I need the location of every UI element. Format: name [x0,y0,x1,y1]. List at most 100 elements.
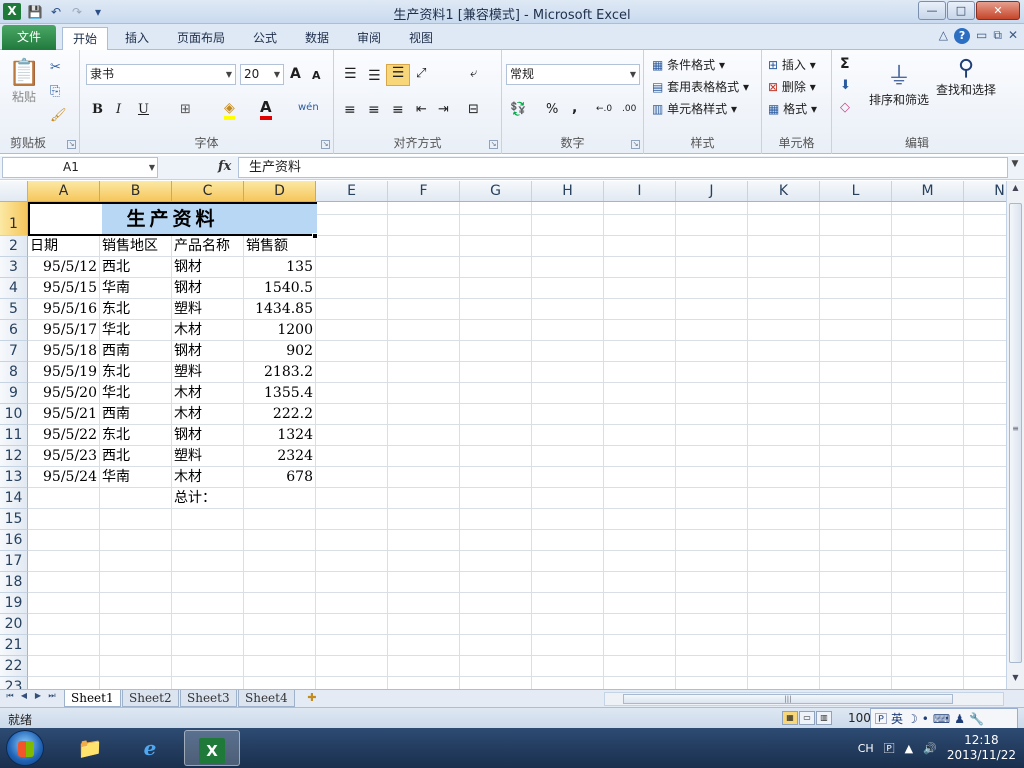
font-name-combo[interactable]: 隶书 ▼ [86,64,236,85]
bold-button[interactable]: B [92,102,103,117]
number-launcher-icon[interactable]: ↘ [631,140,640,149]
decrease-indent-icon[interactable]: ⇤ [416,102,427,117]
cell-a5[interactable]: 95/5/16 [28,299,100,320]
insert-function-icon[interactable]: fx [218,159,231,174]
cell-a11[interactable]: 95/5/22 [28,425,100,446]
minimize-ribbon-icon[interactable]: △ [939,28,948,44]
cell-b9[interactable]: 华北 [100,383,172,404]
volume-icon[interactable]: 🔊 [923,742,937,755]
row-header-15[interactable]: 15 [0,509,28,530]
tab-file[interactable]: 文件 [2,25,56,50]
zoom-level[interactable]: 100 [848,711,871,725]
prev-sheet-icon[interactable]: ◀ [18,691,30,701]
tab-review[interactable]: 审阅 [346,27,392,50]
row-header-4[interactable]: 4 [0,278,28,299]
column-header-n[interactable]: N [964,181,1006,201]
title-merged-cell[interactable]: 生产资料 [28,202,317,236]
row-header-12[interactable]: 12 [0,446,28,467]
explorer-taskbar-icon[interactable]: 📁 [62,730,118,766]
excel-taskbar-button[interactable]: X [184,730,240,766]
cell-b8[interactable]: 东北 [100,362,172,383]
cell-a9[interactable]: 95/5/20 [28,383,100,404]
ime-moon-icon[interactable]: ☽ [907,712,918,726]
cell-b10[interactable]: 西南 [100,404,172,425]
column-header-i[interactable]: I [604,181,676,201]
font-launcher-icon[interactable]: ↘ [321,140,330,149]
row-header-5[interactable]: 5 [0,299,28,320]
formula-input[interactable]: 生产资料 [238,157,1008,178]
column-header-k[interactable]: K [748,181,820,201]
delete-cells-button[interactable]: ⊠ 删除 ▾ [768,78,816,95]
tab-view[interactable]: 视图 [398,27,444,50]
tab-insert[interactable]: 插入 [114,27,160,50]
font-color-button[interactable]: A [260,98,272,120]
cell-d13[interactable]: 678 [244,467,316,488]
font-size-combo[interactable]: 20 ▼ [240,64,284,85]
underline-button[interactable]: U [138,102,149,117]
increase-indent-icon[interactable]: ⇥ [438,102,449,117]
cell-c7[interactable]: 钢材 [172,341,244,362]
phonetic-button[interactable]: wén [298,102,319,113]
cell-d3[interactable]: 135 [244,257,316,278]
row-header-16[interactable]: 16 [0,530,28,551]
ime-settings-icon[interactable]: 🔧 [969,712,984,726]
language-indicator[interactable]: CH [858,742,874,755]
italic-button[interactable]: I [116,102,121,117]
format-painter-icon[interactable]: 🖌 [50,108,67,123]
cell-d2[interactable]: 销售额 [244,236,316,257]
start-button[interactable] [6,730,44,766]
conditional-format-button[interactable]: ▦ 条件格式 ▾ [652,56,725,73]
fill-icon[interactable]: ⬇ [840,78,851,93]
row-header-19[interactable]: 19 [0,593,28,614]
doc-close-icon[interactable]: ✕ [1008,28,1018,44]
scroll-up-icon[interactable]: ▲ [1009,183,1022,197]
cell-c14[interactable]: 总计： [172,488,244,509]
row-header-17[interactable]: 17 [0,551,28,572]
shrink-font-button[interactable]: A [312,69,321,82]
comma-button[interactable]: , [572,100,577,116]
cell-d11[interactable]: 1324 [244,425,316,446]
cell-c12[interactable]: 塑料 [172,446,244,467]
ime-dot-icon[interactable]: • [922,712,929,726]
sheet-tab-2[interactable]: Sheet2 [122,690,179,707]
align-center-icon[interactable]: ≡ [368,102,380,118]
sheet-tab-1[interactable]: Sheet1 [64,690,121,707]
tab-data[interactable]: 数据 [294,27,340,50]
cell-c8[interactable]: 塑料 [172,362,244,383]
last-sheet-icon[interactable]: ⏭ [46,691,58,701]
first-sheet-icon[interactable]: ⏮ [4,691,16,701]
cell-d6[interactable]: 1200 [244,320,316,341]
cell-c6[interactable]: 木材 [172,320,244,341]
cell-c3[interactable]: 钢材 [172,257,244,278]
ime-keyboard-icon[interactable]: ⌨ [933,712,950,726]
show-hidden-icons-icon[interactable]: ▲ [905,742,913,755]
insert-sheet-icon[interactable]: ✚ [302,691,322,706]
help-icon[interactable]: ? [954,28,971,44]
name-box[interactable]: A1 ▼ [2,157,158,178]
scroll-down-icon[interactable]: ▼ [1009,673,1022,687]
cell-c2[interactable]: 产品名称 [172,236,244,257]
cell-c13[interactable]: 木材 [172,467,244,488]
column-header-m[interactable]: M [892,181,964,201]
cell-styles-button[interactable]: ▥ 单元格样式 ▾ [652,100,737,117]
cell-d4[interactable]: 1540.5 [244,278,316,299]
clear-icon[interactable]: ◇ [840,100,850,115]
maximize-button[interactable]: □ [947,1,975,20]
cell-c4[interactable]: 钢材 [172,278,244,299]
clock[interactable]: 12:18 2013/11/22 [947,733,1016,763]
cell-b3[interactable]: 西北 [100,257,172,278]
column-header-j[interactable]: J [676,181,748,201]
column-header-d[interactable]: D [244,181,316,201]
ime-user-icon[interactable]: ♟ [954,712,965,726]
page-break-view-icon[interactable]: ▥ [816,711,832,725]
cell-a10[interactable]: 95/5/21 [28,404,100,425]
column-header-e[interactable]: E [316,181,388,201]
cell-a2[interactable]: 日期 [28,236,100,257]
cell-b4[interactable]: 华南 [100,278,172,299]
cell-d5[interactable]: 1434.85 [244,299,316,320]
autosum-button[interactable]: Σ [840,56,850,72]
cell-a8[interactable]: 95/5/19 [28,362,100,383]
grow-font-button[interactable]: A [290,66,301,82]
row-header-13[interactable]: 13 [0,467,28,488]
cell-d9[interactable]: 1355.4 [244,383,316,404]
